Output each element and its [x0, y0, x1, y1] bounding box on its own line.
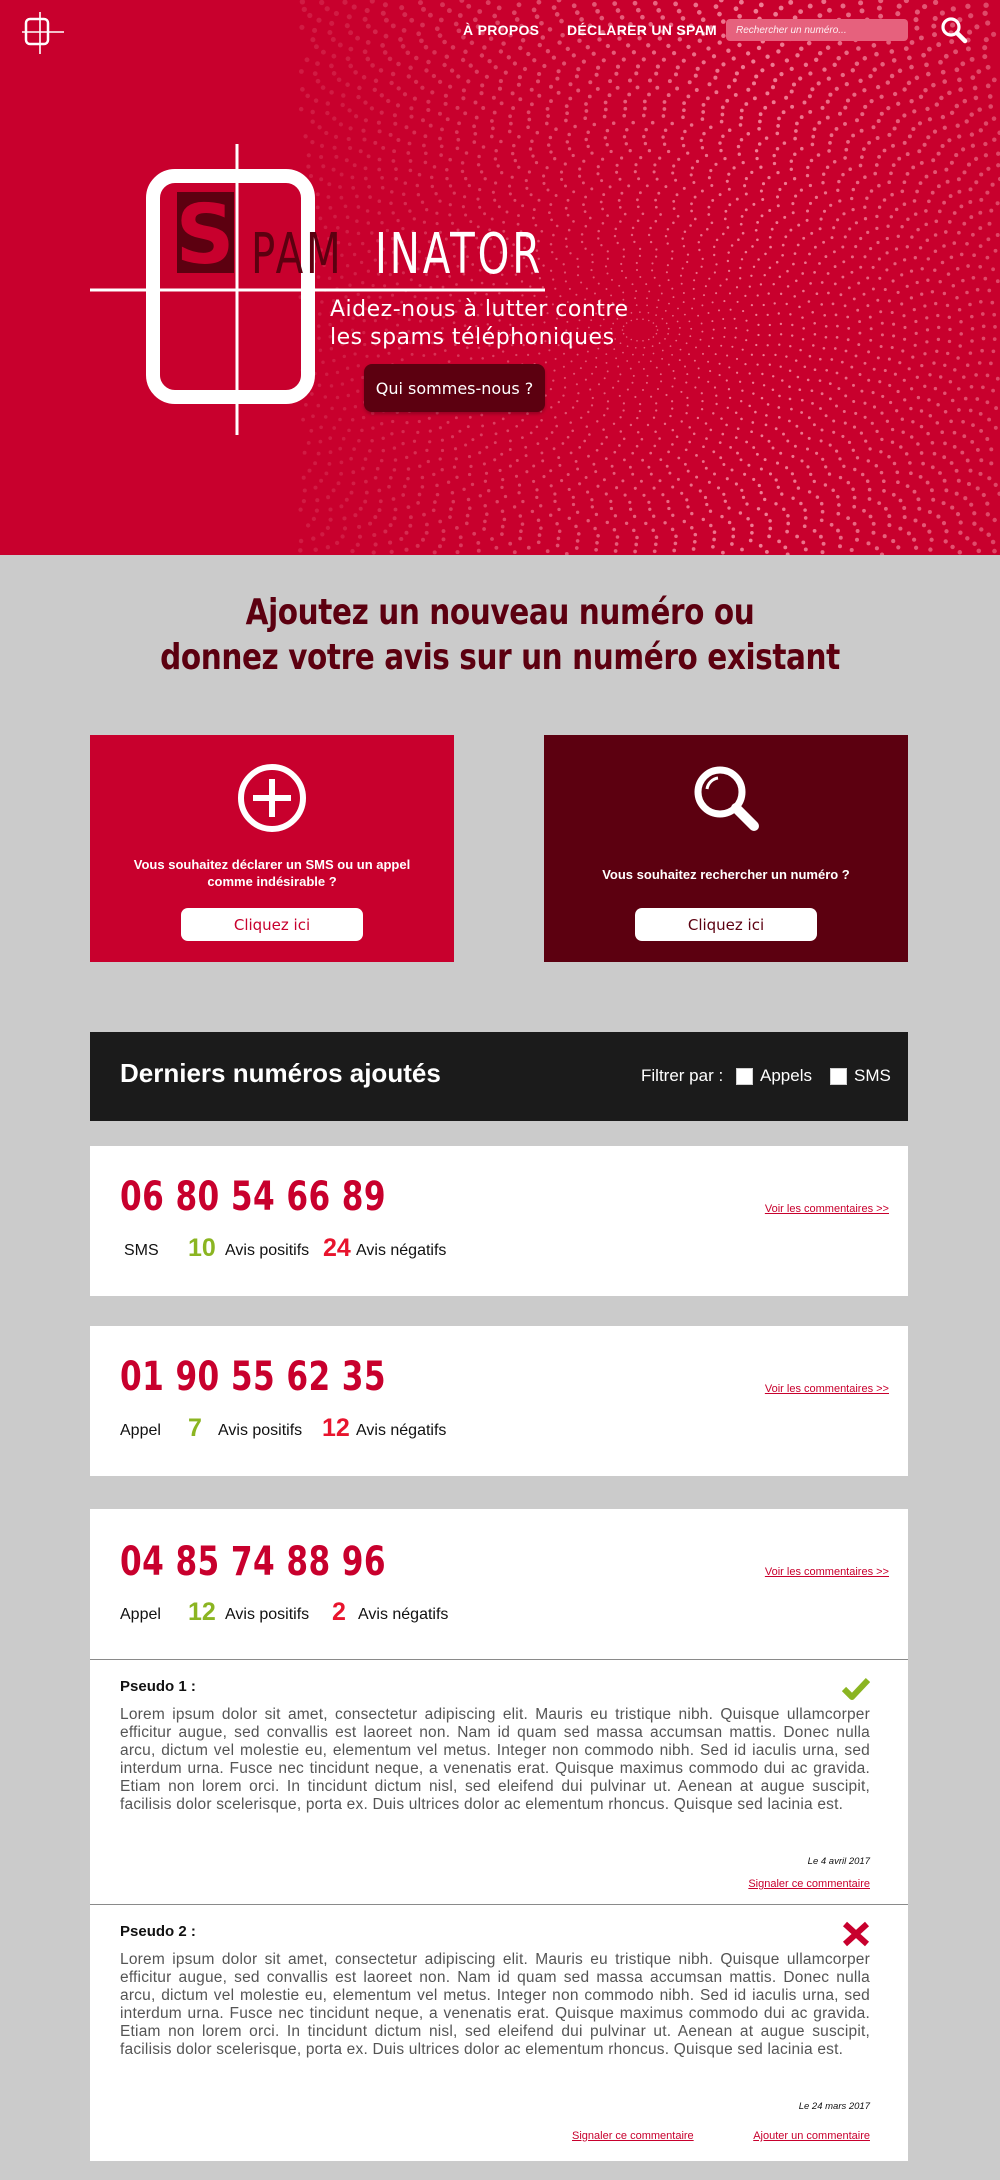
negative-label: Avis négatifs: [356, 1422, 447, 1439]
negative-label: Avis négatifs: [358, 1606, 449, 1623]
checkbox[interactable]: [830, 1067, 847, 1085]
nav-report-spam-link[interactable]: DÉCLARER UN SPAM: [567, 22, 717, 38]
number-type: Appel: [120, 1422, 161, 1439]
report-comment-link[interactable]: Signaler ce commentaire: [748, 1878, 870, 1890]
comment-item: Pseudo 1 : Lorem ipsum dolor sit amet, c…: [90, 1659, 908, 1904]
positive-count: 10: [188, 1234, 216, 1262]
view-comments-link[interactable]: Voir les commentaires >>: [765, 1203, 889, 1215]
hero-tagline-line: les spams téléphoniques: [330, 325, 615, 350]
comment-date: Le 24 mars 2017: [798, 2101, 870, 2112]
search-number-card: Vous souhaitez rechercher un numéro ? Cl…: [544, 735, 908, 962]
logo-initial: S: [175, 188, 234, 283]
negative-count: 12: [322, 1414, 350, 1442]
section-title-line: Ajoutez un nouveau numéro ou: [245, 592, 755, 633]
filter-calls-checkbox[interactable]: Appels: [736, 1066, 812, 1086]
positive-label: Avis positifs: [218, 1422, 303, 1439]
comment-item: Pseudo 2 : Lorem ipsum dolor sit amet, c…: [90, 1904, 908, 2162]
about-us-button[interactable]: Qui sommes-nous ?: [364, 364, 545, 412]
filter-sms-label: SMS: [854, 1066, 891, 1085]
cross-icon: [842, 1921, 870, 1947]
negative-label: Avis négatifs: [356, 1242, 447, 1259]
view-comments-link[interactable]: Voir les commentaires >>: [765, 1566, 889, 1578]
positive-label: Avis positifs: [225, 1242, 310, 1259]
site-logo-icon[interactable]: [20, 10, 68, 56]
search-card-text: Vous souhaitez rechercher un numéro ?: [602, 867, 850, 882]
hero-tagline-line: Aidez-nous à lutter contre: [330, 297, 629, 322]
logo-word-pam: PAM: [251, 221, 344, 286]
number-card: 04 85 74 88 96 Voir les commentaires >> …: [90, 1509, 908, 2161]
add-comment-link[interactable]: Ajouter un commentaire: [753, 2130, 870, 2142]
number-type: SMS: [124, 1242, 159, 1259]
view-comments-link[interactable]: Voir les commentaires >>: [765, 1383, 889, 1395]
comment-text: Lorem ipsum dolor sit amet, consectetur …: [120, 1706, 870, 1813]
checkbox[interactable]: [736, 1067, 753, 1085]
header-search-input[interactable]: [726, 19, 908, 41]
search-icon[interactable]: [940, 16, 968, 44]
logo-word-inator: INATOR: [375, 221, 543, 286]
comment-text: Lorem ipsum dolor sit amet, consectetur …: [120, 1951, 870, 2058]
filter-calls-label: Appels: [760, 1066, 812, 1085]
declare-spam-card: Vous souhaitez déclarer un SMS ou un app…: [90, 735, 454, 962]
report-comment-link[interactable]: Signaler ce commentaire: [572, 2130, 694, 2142]
comment-date: Le 4 avril 2017: [807, 1856, 870, 1867]
positive-count: 12: [188, 1598, 216, 1626]
positive-label: Avis positifs: [225, 1606, 310, 1623]
search-click-button[interactable]: Cliquez ici: [635, 908, 817, 941]
check-icon: [842, 1677, 870, 1700]
latest-numbers-title: Derniers numéros ajoutés: [120, 1058, 441, 1088]
comment-author: Pseudo 2 :: [120, 1923, 196, 1940]
nav-about-link[interactable]: À PROPOS: [463, 22, 539, 38]
hero-banner: À PROPOS DÉCLARER UN SPAM S PAM INATOR A…: [0, 0, 1000, 555]
declare-click-button[interactable]: Cliquez ici: [181, 908, 363, 941]
filter-sms-checkbox[interactable]: SMS: [830, 1066, 891, 1086]
number-card: 01 90 55 62 35 Voir les commentaires >> …: [90, 1326, 908, 1476]
section-title: Ajoutez un nouveau numéro ou donnez votr…: [90, 590, 910, 680]
comment-author: Pseudo 1 :: [120, 1678, 196, 1695]
phone-number: 06 80 54 66 89: [120, 1174, 387, 1220]
phone-number: 01 90 55 62 35: [120, 1354, 387, 1400]
section-title-line: donnez votre avis sur un numéro existant: [160, 637, 840, 678]
phone-number: 04 85 74 88 96: [120, 1539, 387, 1585]
negative-count: 2: [332, 1598, 346, 1626]
search-icon: [694, 766, 759, 831]
negative-count: 24: [323, 1234, 351, 1262]
latest-numbers-bar: Derniers numéros ajoutés Filtrer par : A…: [90, 1032, 908, 1121]
hero-tagline: Aidez-nous à lutter contre les spams tél…: [330, 296, 629, 352]
positive-count: 7: [188, 1414, 202, 1442]
number-type: Appel: [120, 1606, 161, 1623]
plus-circle-icon: [238, 764, 306, 832]
declare-card-text: Vous souhaitez déclarer un SMS ou un app…: [133, 857, 411, 889]
filter-label: Filtrer par :: [641, 1066, 724, 1085]
number-card: 06 80 54 66 89 Voir les commentaires >> …: [90, 1146, 908, 1296]
